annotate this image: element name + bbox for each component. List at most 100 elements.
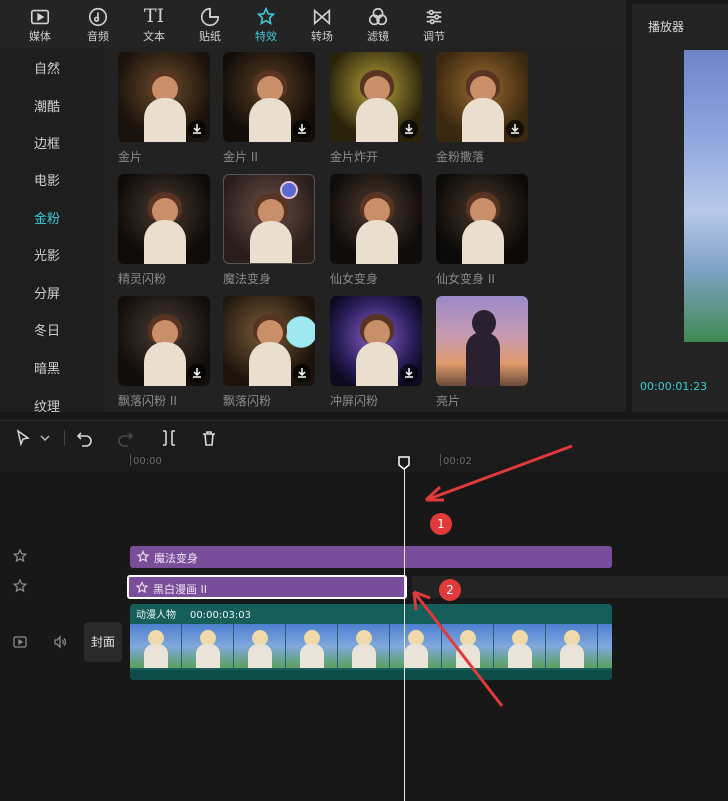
player-title: 播放器 [648, 20, 685, 34]
main-clip-name: 动漫人物 [136, 610, 176, 621]
ruler-label-start: 00:00 [133, 456, 162, 467]
effect-clip-selected[interactable]: 黑白漫画 II [127, 575, 407, 599]
undo-button[interactable] [76, 429, 94, 447]
clip-audio-waveform [130, 670, 612, 680]
category-item[interactable]: 边框 [34, 133, 60, 152]
clip-filmstrip [130, 624, 612, 668]
effect-name: 精灵闪粉 [118, 272, 167, 286]
adjust-icon [426, 9, 442, 25]
effect-name: 飘落闪粉 II [118, 394, 177, 408]
effect-card[interactable]: 仙女变身 [330, 174, 422, 287]
category-item[interactable]: 暗黑 [34, 358, 60, 377]
effect-card[interactable]: 亮片 [436, 296, 528, 409]
playhead-handle[interactable] [398, 456, 410, 470]
cover-button[interactable]: 封面 [84, 622, 122, 662]
ruler-label-mark: 00:02 [443, 456, 472, 467]
category-item[interactable]: 自然 [34, 58, 60, 77]
undo-icon [76, 432, 92, 447]
toolbar-audio-button[interactable]: 音频 [74, 4, 122, 48]
category-item[interactable]: 电影 [34, 170, 60, 189]
toolbar-audio-label: 音频 [87, 30, 109, 43]
download-icon[interactable] [293, 120, 311, 138]
effect-thumbnail [330, 296, 422, 386]
player-panel: 播放器 00:00:01:23 [632, 4, 728, 412]
effect-thumbnail [330, 52, 422, 142]
effect-card[interactable]: 金片炸开 [330, 52, 422, 165]
effects-grid: 金片 金片 II 金片炸开 金粉撒落 精灵闪粉 魔法变身 仙女变身 仙女变身 I… [104, 48, 626, 412]
category-item[interactable]: 潮酷 [34, 96, 60, 115]
timeline-ruler[interactable]: 00:00 00:02 [0, 454, 728, 472]
track-audio-toggle[interactable] [52, 634, 68, 650]
effect-card[interactable]: 飘落闪粉 [223, 296, 315, 409]
effect-name: 亮片 [436, 394, 461, 408]
effect-card[interactable]: 魔法变身 [223, 174, 315, 287]
category-item-active[interactable]: 金粉 [34, 208, 60, 227]
toolbar-adjust-button[interactable]: 调节 [410, 4, 458, 48]
download-icon[interactable] [293, 364, 311, 382]
toolbar-filter-label: 滤镜 [367, 30, 389, 43]
download-icon[interactable] [188, 120, 206, 138]
effect-clip-label: 魔法变身 [154, 552, 198, 565]
effect-clip-icon [135, 581, 149, 595]
toolbar-effects-button[interactable]: 特效 [242, 4, 290, 48]
effect-clip-label: 黑白漫画 II [153, 583, 207, 596]
category-nav: 自然 潮酷 边框 电影 金粉 光影 分屏 冬日 暗黑 纹理 [0, 48, 104, 412]
effect-thumbnail [118, 174, 210, 264]
category-item[interactable]: 冬日 [34, 320, 60, 339]
ruler-tick [130, 454, 131, 466]
effect-card[interactable]: 精灵闪粉 [118, 174, 210, 287]
split-button[interactable] [160, 429, 178, 447]
download-icon[interactable] [506, 120, 524, 138]
text-icon: TI [143, 5, 165, 27]
delete-button[interactable] [200, 429, 218, 447]
toolbar-effects-label: 特效 [255, 30, 277, 43]
download-icon[interactable] [400, 120, 418, 138]
callout-badge: 1 [430, 513, 452, 535]
select-tool-button[interactable] [14, 429, 32, 447]
video-icon [13, 636, 27, 648]
toolbar-media-button[interactable]: 媒体 [16, 4, 64, 48]
effect-thumbnail [223, 52, 315, 142]
ruler-tick [440, 454, 441, 466]
effects-icon [256, 6, 276, 26]
category-item[interactable]: 纹理 [34, 396, 60, 412]
redo-icon [118, 432, 134, 447]
effect-name: 金片 II [223, 150, 258, 164]
playhead-line[interactable] [404, 462, 405, 801]
trash-icon [203, 431, 215, 446]
effect-card[interactable]: 仙女变身 II [436, 174, 528, 287]
category-item[interactable]: 光影 [34, 245, 60, 264]
effect-card[interactable]: 金粉撒落 [436, 52, 528, 165]
effect-card[interactable]: 飘落闪粉 II [118, 296, 210, 409]
redo-button[interactable] [116, 429, 134, 447]
toolbar-sticker-button[interactable]: 贴纸 [186, 4, 234, 48]
toolbar-text-button[interactable]: TI 文本 [130, 4, 178, 48]
download-icon[interactable] [188, 364, 206, 382]
effect-clip-icon [136, 550, 150, 564]
effect-name: 仙女变身 [330, 272, 379, 286]
star-icon [12, 548, 28, 563]
effect-card[interactable]: 金片 [118, 52, 210, 165]
video-track-icon [12, 634, 28, 650]
effect-name: 飘落闪粉 [223, 394, 272, 408]
category-item[interactable]: 分屏 [34, 283, 60, 302]
effect-track-icon [12, 578, 28, 594]
player-timecode: 00:00:01:23 [640, 380, 708, 393]
download-icon[interactable] [400, 364, 418, 382]
toolbar-transition-button[interactable]: 转场 [298, 4, 346, 48]
toolbar: 媒体 音频 TI 文本 贴纸 特效 转场 滤镜 调节 [0, 0, 626, 48]
main-video-clip[interactable]: 动漫人物 00:00:03:03 [130, 604, 612, 680]
toolbar-filter-button[interactable]: 滤镜 [354, 4, 402, 48]
player-preview[interactable] [684, 50, 728, 342]
media-icon [30, 9, 50, 25]
effect-card[interactable]: 冲屏闪粉 [330, 296, 422, 409]
timeline-toolbar [0, 420, 728, 454]
effect-name: 冲屏闪粉 [330, 394, 379, 408]
toolbar-text-label: 文本 [143, 30, 165, 43]
effect-clip[interactable]: 魔法变身 [130, 546, 612, 568]
select-mode-dropdown[interactable] [36, 429, 54, 447]
main-clip-duration: 00:00:03:03 [190, 610, 252, 621]
effect-thumbnail [436, 296, 528, 386]
effect-thumbnail [118, 296, 210, 386]
effect-card[interactable]: 金片 II [223, 52, 315, 165]
